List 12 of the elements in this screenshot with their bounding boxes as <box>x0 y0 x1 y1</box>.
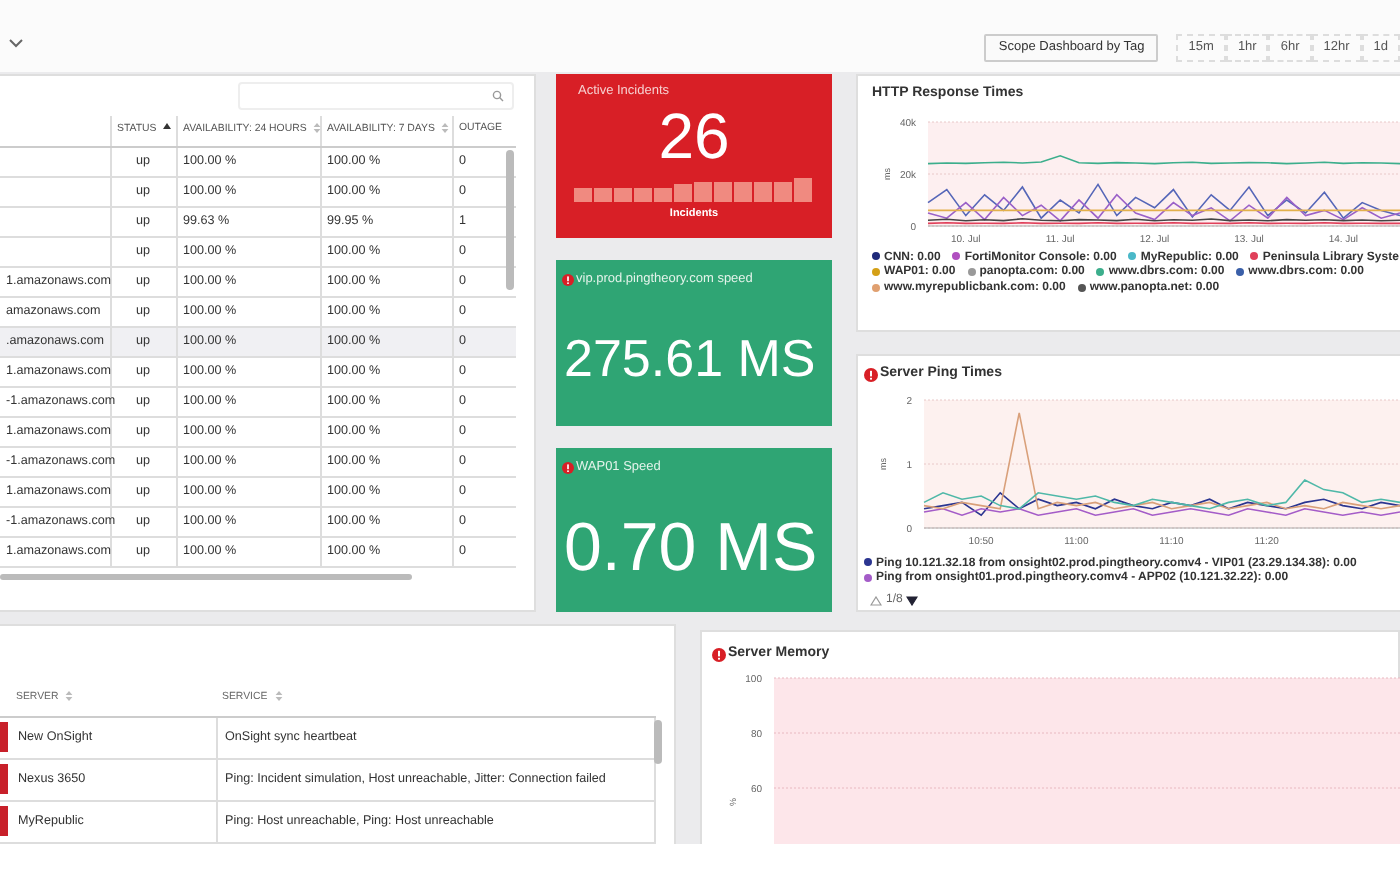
scrollbar[interactable] <box>506 150 514 290</box>
search-icon <box>492 90 504 102</box>
incident-count: 26 <box>658 103 730 168</box>
metric-value: 0.70 MS <box>564 514 820 582</box>
scrollbar[interactable] <box>654 720 662 764</box>
scrollbar[interactable] <box>0 573 412 579</box>
metric-value: 275.61 MS <box>564 332 818 384</box>
sort-icon <box>64 690 75 703</box>
page-down-button[interactable] <box>906 596 919 607</box>
search-field[interactable] <box>238 82 514 110</box>
chevron-down-icon[interactable] <box>8 38 24 50</box>
sort-icon <box>273 690 284 703</box>
